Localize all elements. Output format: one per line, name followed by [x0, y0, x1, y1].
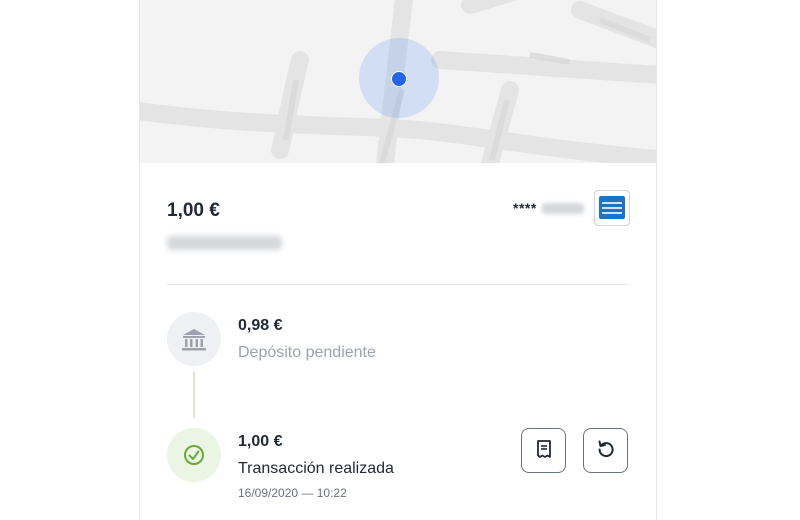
- refund-icon: [596, 439, 616, 462]
- card-last-digits-redacted: [542, 203, 584, 214]
- card-number-masked: ****: [513, 200, 537, 216]
- amex-card-icon: [594, 190, 630, 226]
- location-map[interactable]: [140, 0, 656, 163]
- transaction-reference-redacted: [167, 236, 282, 250]
- transaction-amount: 1,00 €: [167, 200, 220, 221]
- receipt-icon: [535, 439, 553, 462]
- refund-button[interactable]: [583, 428, 628, 473]
- completed-transaction-label: Transacción realizada: [238, 460, 394, 477]
- bank-icon: [167, 312, 221, 366]
- pending-deposit-label: Depósito pendiente: [238, 344, 376, 361]
- section-divider: [167, 284, 629, 285]
- completed-transaction-amount: 1,00 €: [238, 433, 283, 450]
- pending-deposit-amount: 0,98 €: [238, 317, 283, 334]
- timeline-connector: [193, 372, 195, 418]
- transaction-timestamp: 16/09/2020 — 10:22: [238, 486, 347, 500]
- receipt-button[interactable]: [521, 428, 566, 473]
- transaction-detail-panel: 1,00 € **** 0,98 € Depósito pendiente 1,…: [139, 0, 657, 520]
- check-circle-icon: [167, 428, 221, 482]
- location-pin: [391, 71, 407, 87]
